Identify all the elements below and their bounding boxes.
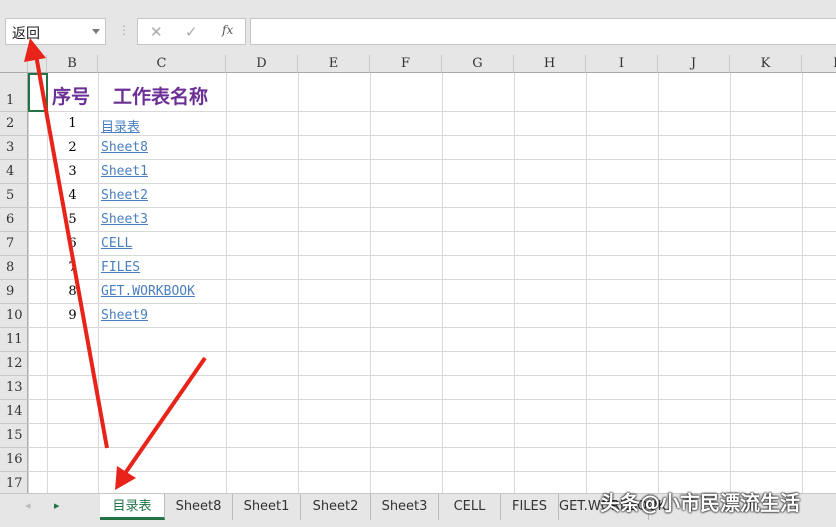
arrow-to-namebox — [34, 54, 109, 449]
arrow-to-tab — [124, 356, 207, 474]
arrow-head-icon — [24, 38, 46, 62]
annotation-arrows — [24, 38, 207, 490]
